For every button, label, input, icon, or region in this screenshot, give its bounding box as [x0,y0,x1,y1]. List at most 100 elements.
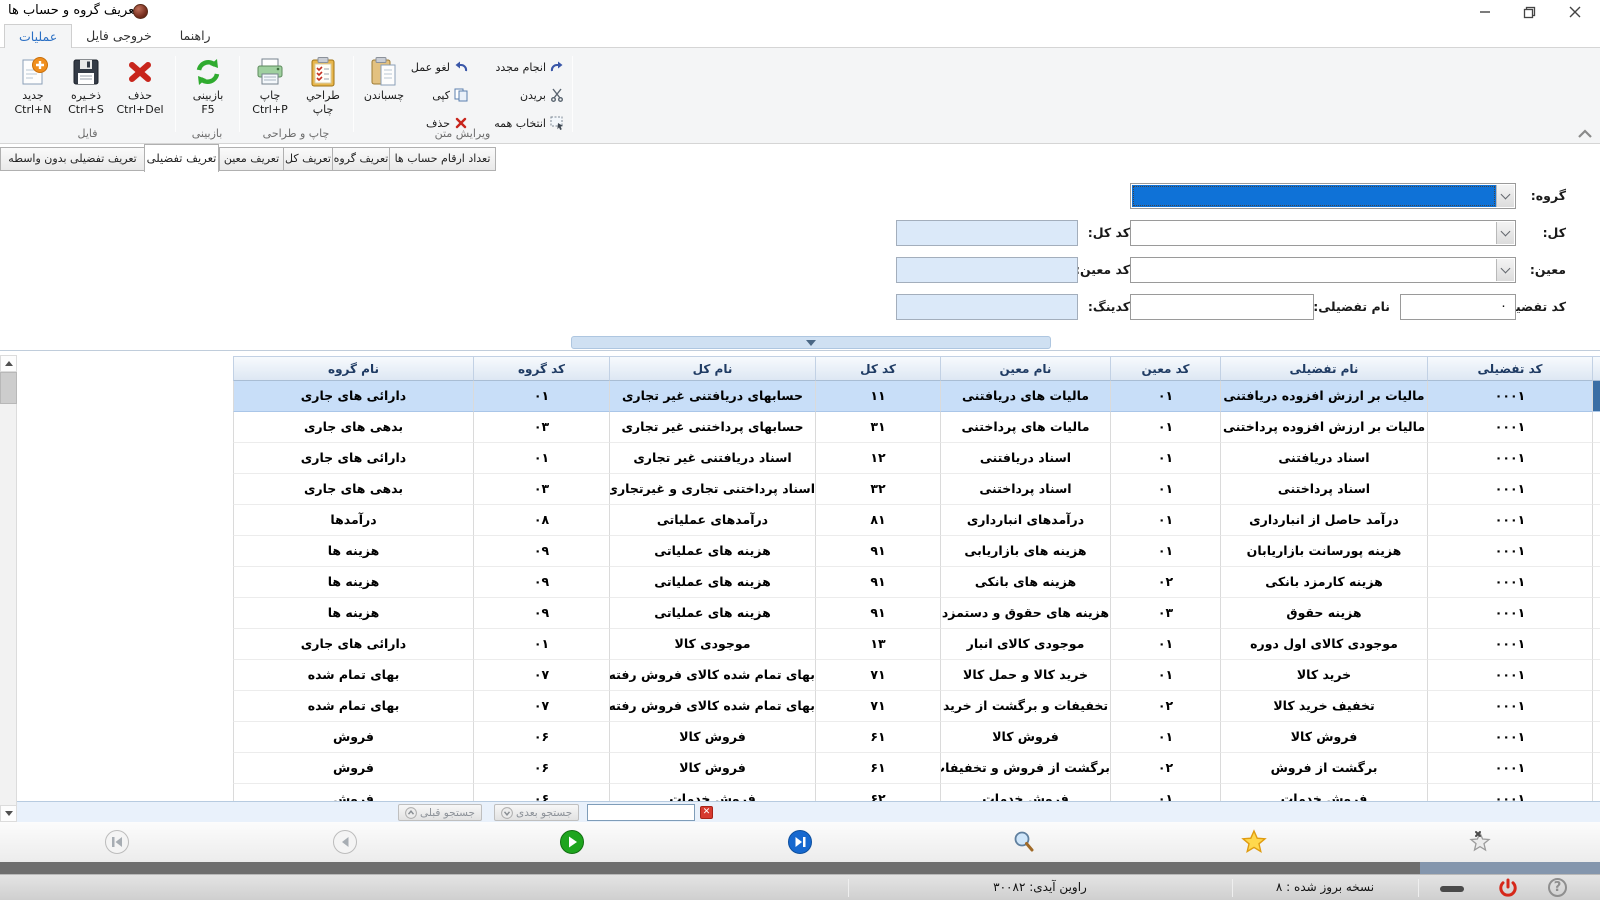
grid-cell[interactable]: ۰۳ [473,474,609,505]
grid-cell[interactable]: موجودی کالا [609,629,815,660]
tab-define-kol[interactable]: تعریف کل [283,147,332,171]
grid-cell[interactable]: هزینه های حقوق و دستمزد [940,598,1110,629]
grid-cell[interactable]: اسناد پرداختنی [1220,474,1427,505]
row-indicator[interactable] [1592,381,1600,412]
tab-define-tafzili[interactable]: تعریف تفضیلی [144,144,219,172]
refresh-button[interactable]: بازبینی F5 [181,53,235,135]
grid-cell[interactable]: اسناد دریافتنی [1220,443,1427,474]
grid-cell[interactable]: هزینه حقوق [1220,598,1427,629]
grid-cell[interactable]: ۰۰۰۱ [1427,691,1592,722]
table-row[interactable]: ۰۰۰۱درآمد حاصل از انبارداری۰۱درآمدهای ان… [233,505,1600,536]
grid-cell[interactable]: فروش [233,784,473,801]
grid-cell[interactable]: هزینه های عملیاتی [609,598,815,629]
chevron-down-icon[interactable] [1496,185,1514,207]
tab-file-export[interactable]: خروجی فایل [72,24,166,48]
grid-cell[interactable]: ۰۰۰۱ [1427,443,1592,474]
grid-cell[interactable]: ۹۱ [815,567,940,598]
grid-cell[interactable]: ۱۲ [815,443,940,474]
grid-cell[interactable]: ۰۲ [1110,753,1220,784]
search-input[interactable] [587,804,695,821]
grid-cell[interactable]: ۰۱ [1110,474,1220,505]
grid-cell[interactable]: ۶۱ [815,753,940,784]
grid-cell[interactable]: ۹۱ [815,598,940,629]
grid-cell[interactable]: خرید کالا و حمل کالا [940,660,1110,691]
grid-cell[interactable]: ۰۰۰۱ [1427,381,1592,412]
row-indicator[interactable] [1592,505,1600,536]
grid-cell[interactable]: اسناد پرداختنی [940,474,1110,505]
splitter-handle[interactable] [571,336,1051,349]
collapse-status-icon[interactable] [1440,886,1464,892]
table-row[interactable]: ۰۰۰۱مالیات بر ارزش افزوده پرداختنی۰۱مالی… [233,412,1600,443]
moein-combobox[interactable] [1130,257,1516,283]
grid-column-header[interactable]: نام معین [940,356,1110,381]
tab-account-digits[interactable]: تعداد ارقام حساب ها [389,147,496,171]
grid-cell[interactable]: خرید کالا [1220,660,1427,691]
grid-cell[interactable]: ۳۲ [815,474,940,505]
table-row[interactable]: ۰۰۰۱مالیات بر ارزش افزوده دریافتنی۰۱مالی… [233,381,1600,412]
grid-cell[interactable]: ۹۱ [815,536,940,567]
grid-cell[interactable]: ۰۹ [473,598,609,629]
grid-cell[interactable]: ۰۱ [1110,412,1220,443]
tab-operations[interactable]: عملیات [4,24,72,48]
grid-cell[interactable]: ۰۰۰۱ [1427,505,1592,536]
grid-cell[interactable]: ۱۳ [815,629,940,660]
table-row[interactable]: ۰۰۰۱تخفیف خرید کالا۰۲تخفیفات و برگشت از … [233,691,1600,722]
undo-button[interactable]: لغو عمل [404,57,468,77]
grid-cell[interactable]: هزینه پورسانت بازاریابان [1220,536,1427,567]
row-indicator[interactable] [1592,443,1600,474]
row-indicator[interactable] [1592,753,1600,784]
grid-cell[interactable]: هزینه کارمزد بانکی [1220,567,1427,598]
group-combobox[interactable] [1130,183,1516,209]
grid-cell[interactable]: فروش خدمات [940,784,1110,801]
redo-button[interactable]: انجام مجدد [472,57,564,77]
restore-button[interactable] [1507,0,1552,24]
grid-cell[interactable]: اسناد دریافتنی [940,443,1110,474]
moein-code-field[interactable] [896,257,1078,283]
grid-cell[interactable]: هزینه های بانکی [940,567,1110,598]
grid-cell[interactable]: ۰۱ [1110,629,1220,660]
table-row[interactable]: ۰۰۰۱برگشت از فروش۰۲برگشت از فروش و تخفیف… [233,753,1600,784]
grid-cell[interactable]: بدهی های جاری [233,412,473,443]
grid-cell[interactable]: هزینه های بازاریابی [940,536,1110,567]
cut-button[interactable]: بریدن [472,85,564,105]
grid-header-indicator[interactable] [1592,356,1600,381]
grid-cell[interactable]: ۰۰۰۱ [1427,567,1592,598]
grid-cell[interactable]: ۰۱ [1110,722,1220,753]
grid-cell[interactable]: ۰۰۰۱ [1427,722,1592,753]
grid-cell[interactable]: اسناد دریافتنی غیر تجاری [609,443,815,474]
first-record-button[interactable] [104,829,130,855]
grid-cell[interactable]: فروش کالا [940,722,1110,753]
grid-cell[interactable]: مالیات بر ارزش افزوده دریافتنی [1220,381,1427,412]
grid-cell[interactable]: ۰۱ [473,629,609,660]
row-indicator[interactable] [1592,567,1600,598]
search-next-button[interactable]: جستجو بعدی [494,804,579,821]
grid-cell[interactable]: فروش کالا [609,753,815,784]
copy-button[interactable]: کپی [404,85,468,105]
power-button[interactable] [1497,877,1519,900]
row-indicator[interactable] [1592,598,1600,629]
grid-cell[interactable]: ۰۳ [473,412,609,443]
tab-define-tafzili-direct[interactable]: تعریف تفضیلی بدون واسطه [0,147,144,171]
grid-cell[interactable]: برگشت از فروش [1220,753,1427,784]
new-button[interactable]: جدید Ctrl+N [7,53,59,135]
previous-record-button[interactable] [332,829,358,855]
grid-cell[interactable]: ۰۷ [473,691,609,722]
close-find-icon[interactable]: ✕ [700,806,713,819]
chevron-down-icon[interactable] [1496,222,1514,244]
paste-button[interactable]: چسباندن [358,53,410,135]
print-design-button[interactable]: طراحي چاپ [296,53,350,135]
chevron-down-icon[interactable] [1496,259,1514,281]
grid-column-header[interactable]: کد معین [1110,356,1220,381]
grid-cell[interactable]: هزینه های عملیاتی [609,567,815,598]
grid-cell[interactable]: ۸۱ [815,505,940,536]
grid-cell[interactable]: ۰۱ [1110,381,1220,412]
grid-cell[interactable]: بهای تمام شده [233,660,473,691]
grid-cell[interactable]: ۰۶ [473,784,609,801]
grid-cell[interactable]: فروش کالا [609,722,815,753]
grid-cell[interactable]: حسابهای دریافتنی غیر تجاری [609,381,815,412]
grid-cell[interactable]: دارائی های جاری [233,443,473,474]
grid-cell[interactable]: دارائی های جاری [233,381,473,412]
minimize-button[interactable] [1462,0,1507,24]
grid-cell[interactable]: هزینه ها [233,567,473,598]
grid-cell[interactable]: ۰۰۰۱ [1427,474,1592,505]
